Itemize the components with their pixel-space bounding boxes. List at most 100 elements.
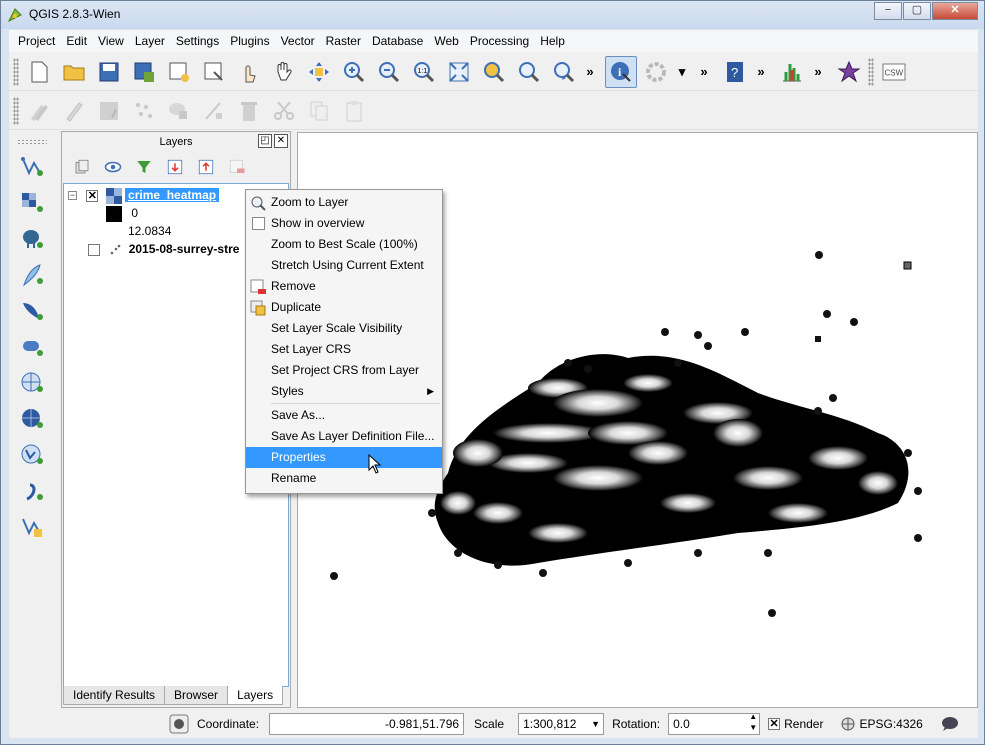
toolbar-grip[interactable]	[13, 57, 19, 86]
layer-name-surrey-street[interactable]: 2015-08-surrey-stre	[129, 242, 240, 256]
toolbar-overflow-1[interactable]: »	[583, 64, 597, 79]
layer-name-crime-heatmap[interactable]: crime_heatmap	[125, 188, 220, 202]
add-wcs-layer-button[interactable]	[16, 403, 48, 435]
close-button[interactable]: ✕	[932, 2, 978, 20]
add-wms-layer-button[interactable]	[16, 367, 48, 399]
render-checkbox[interactable]: ✕	[768, 718, 781, 730]
identify-features-button[interactable]: i	[605, 55, 637, 88]
zoom-full-button[interactable]	[443, 56, 475, 88]
toggle-editing-button[interactable]	[58, 95, 90, 127]
toolbar-overflow-4[interactable]: »	[811, 64, 825, 79]
filter-legend-button[interactable]	[130, 154, 158, 180]
menu-set-project-crs[interactable]: Set Project CRS from Layer	[246, 360, 442, 381]
rotation-spinbox[interactable]: 0.0 ▲ ▼	[668, 711, 761, 735]
toolbar-overflow-3[interactable]: »	[754, 64, 768, 79]
add-vector-layer-button[interactable]	[16, 151, 48, 183]
crs-label[interactable]: EPSG:4326	[859, 717, 922, 731]
menu-styles[interactable]: Styles ▶	[246, 381, 442, 402]
menu-set-layer-crs[interactable]: Set Layer CRS	[246, 339, 442, 360]
layer-visibility-checkbox[interactable]: ✕	[86, 189, 99, 202]
menu-save-as[interactable]: Save As...	[246, 405, 442, 426]
menu-zoom-to-layer[interactable]: Zoom to Layer	[246, 192, 442, 213]
save-as-button[interactable]	[128, 56, 160, 88]
add-feature-button[interactable]	[128, 95, 160, 127]
menu-properties[interactable]: Properties	[246, 447, 442, 474]
run-action-dropdown[interactable]: ▾	[675, 64, 689, 80]
zoom-to-selection-button[interactable]	[478, 56, 510, 88]
menu-plugins[interactable]: Plugins	[225, 34, 274, 48]
menu-processing[interactable]: Processing	[465, 34, 534, 48]
crs-globe-icon[interactable]	[841, 717, 855, 731]
menu-show-in-overview[interactable]: Show in overview	[246, 213, 442, 234]
zoom-actual-size-button[interactable]: 1:1	[408, 56, 440, 88]
zoom-to-layer-button[interactable]	[513, 56, 545, 88]
touch-zoom-button[interactable]	[233, 56, 265, 88]
add-delimited-text-button[interactable]	[16, 475, 48, 507]
menu-help[interactable]: Help	[535, 34, 570, 48]
paste-features-button[interactable]	[338, 95, 370, 127]
menu-view[interactable]: View	[93, 34, 129, 48]
open-project-button[interactable]	[58, 56, 90, 88]
menu-remove[interactable]: Remove	[246, 276, 442, 297]
pan-button[interactable]	[268, 56, 300, 88]
cut-features-button[interactable]	[268, 95, 300, 127]
zoom-last-button[interactable]	[548, 56, 580, 88]
help-button[interactable]: ?	[719, 56, 751, 88]
save-edits-button[interactable]	[93, 95, 125, 127]
manage-visibility-button[interactable]	[99, 154, 127, 180]
raster-histogram-button[interactable]	[776, 56, 808, 88]
layer-row-crime-heatmap[interactable]: − ✕ crime_heatmap	[68, 186, 220, 204]
current-edits-button[interactable]	[23, 95, 55, 127]
add-group-button[interactable]	[68, 154, 96, 180]
new-project-button[interactable]	[23, 56, 55, 88]
message-bubble-icon[interactable]	[941, 716, 959, 732]
menu-project[interactable]: Project	[13, 34, 60, 48]
zoom-in-button[interactable]	[338, 56, 370, 88]
tab-identify-results[interactable]: Identify Results	[63, 686, 166, 705]
remove-layer-button[interactable]	[223, 154, 251, 180]
layer-row-surrey-street[interactable]: 2015-08-surrey-stre	[88, 240, 239, 258]
messages-toggle-icon[interactable]	[169, 714, 189, 734]
add-postgis-layer-button[interactable]	[16, 223, 48, 255]
add-raster-layer-button[interactable]	[16, 187, 48, 219]
node-tool-button[interactable]	[198, 95, 230, 127]
spin-arrows-icon[interactable]: ▲ ▼	[749, 711, 757, 733]
zoom-out-button[interactable]	[373, 56, 405, 88]
menu-database[interactable]: Database	[367, 34, 428, 48]
layer-visibility-checkbox-2[interactable]	[88, 243, 100, 256]
copy-features-button[interactable]	[303, 95, 335, 127]
maximize-button[interactable]: ▢	[903, 2, 931, 20]
menu-stretch-current-extent[interactable]: Stretch Using Current Extent	[246, 255, 442, 276]
move-feature-button[interactable]	[163, 95, 195, 127]
coordinate-field[interactable]: -0.981,51.796	[269, 713, 465, 735]
expand-all-button[interactable]	[161, 154, 189, 180]
minimize-button[interactable]: −	[874, 2, 902, 20]
add-oracle-layer-button[interactable]	[16, 331, 48, 363]
toolbar-grip-3[interactable]	[13, 96, 19, 125]
composer-manager-button[interactable]	[198, 56, 230, 88]
plugin-tool-button[interactable]	[833, 56, 865, 88]
float-panel-button[interactable]: ◰	[258, 134, 272, 148]
new-print-composer-button[interactable]	[163, 56, 195, 88]
add-mssql-layer-button[interactable]	[16, 295, 48, 327]
menu-vector[interactable]: Vector	[276, 34, 320, 48]
toolbar-grip-2[interactable]	[868, 57, 874, 86]
scale-combobox[interactable]: 1:300,812 ▼	[518, 713, 605, 735]
run-action-button[interactable]	[640, 56, 672, 88]
menu-settings[interactable]: Settings	[171, 34, 224, 48]
menu-edit[interactable]: Edit	[61, 34, 92, 48]
csw-button[interactable]: CSW	[878, 56, 910, 88]
menu-duplicate[interactable]: Duplicate	[246, 297, 442, 318]
add-wfs-layer-button[interactable]	[16, 439, 48, 471]
close-panel-button[interactable]: ✕	[274, 134, 288, 148]
collapse-toggle[interactable]: −	[68, 191, 77, 201]
tab-layers[interactable]: Layers	[227, 686, 284, 705]
add-spatialite-layer-button[interactable]	[16, 259, 48, 291]
delete-selected-button[interactable]	[233, 95, 265, 127]
collapse-all-button[interactable]	[192, 154, 220, 180]
tab-browser[interactable]: Browser	[164, 686, 229, 705]
save-project-button[interactable]	[93, 56, 125, 88]
menu-set-scale-visibility[interactable]: Set Layer Scale Visibility	[246, 318, 442, 339]
overview-checkbox[interactable]	[252, 217, 265, 230]
menu-save-layer-definition[interactable]: Save As Layer Definition File...	[246, 426, 442, 447]
